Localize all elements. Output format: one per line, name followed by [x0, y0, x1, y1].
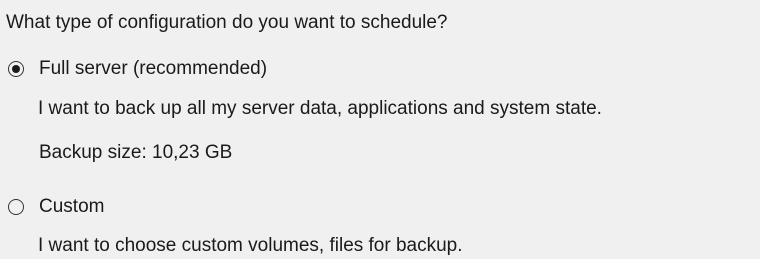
backup-size-text: Backup size: 10,23 GB: [39, 142, 233, 163]
full-server-radio-button[interactable]: [8, 61, 24, 77]
configuration-question: What type of configuration do you want t…: [6, 12, 448, 33]
full-server-radio-option[interactable]: Full server (recommended): [8, 58, 267, 80]
custom-radio-option[interactable]: Custom: [8, 196, 104, 218]
radio-selected-dot: [12, 65, 20, 73]
full-server-description: I want to back up all my server data, ap…: [38, 98, 602, 119]
custom-description: I want to choose custom volumes, files f…: [38, 235, 463, 256]
custom-label[interactable]: Custom: [39, 196, 104, 218]
custom-radio-button[interactable]: [8, 199, 24, 215]
full-server-label[interactable]: Full server (recommended): [39, 58, 267, 80]
